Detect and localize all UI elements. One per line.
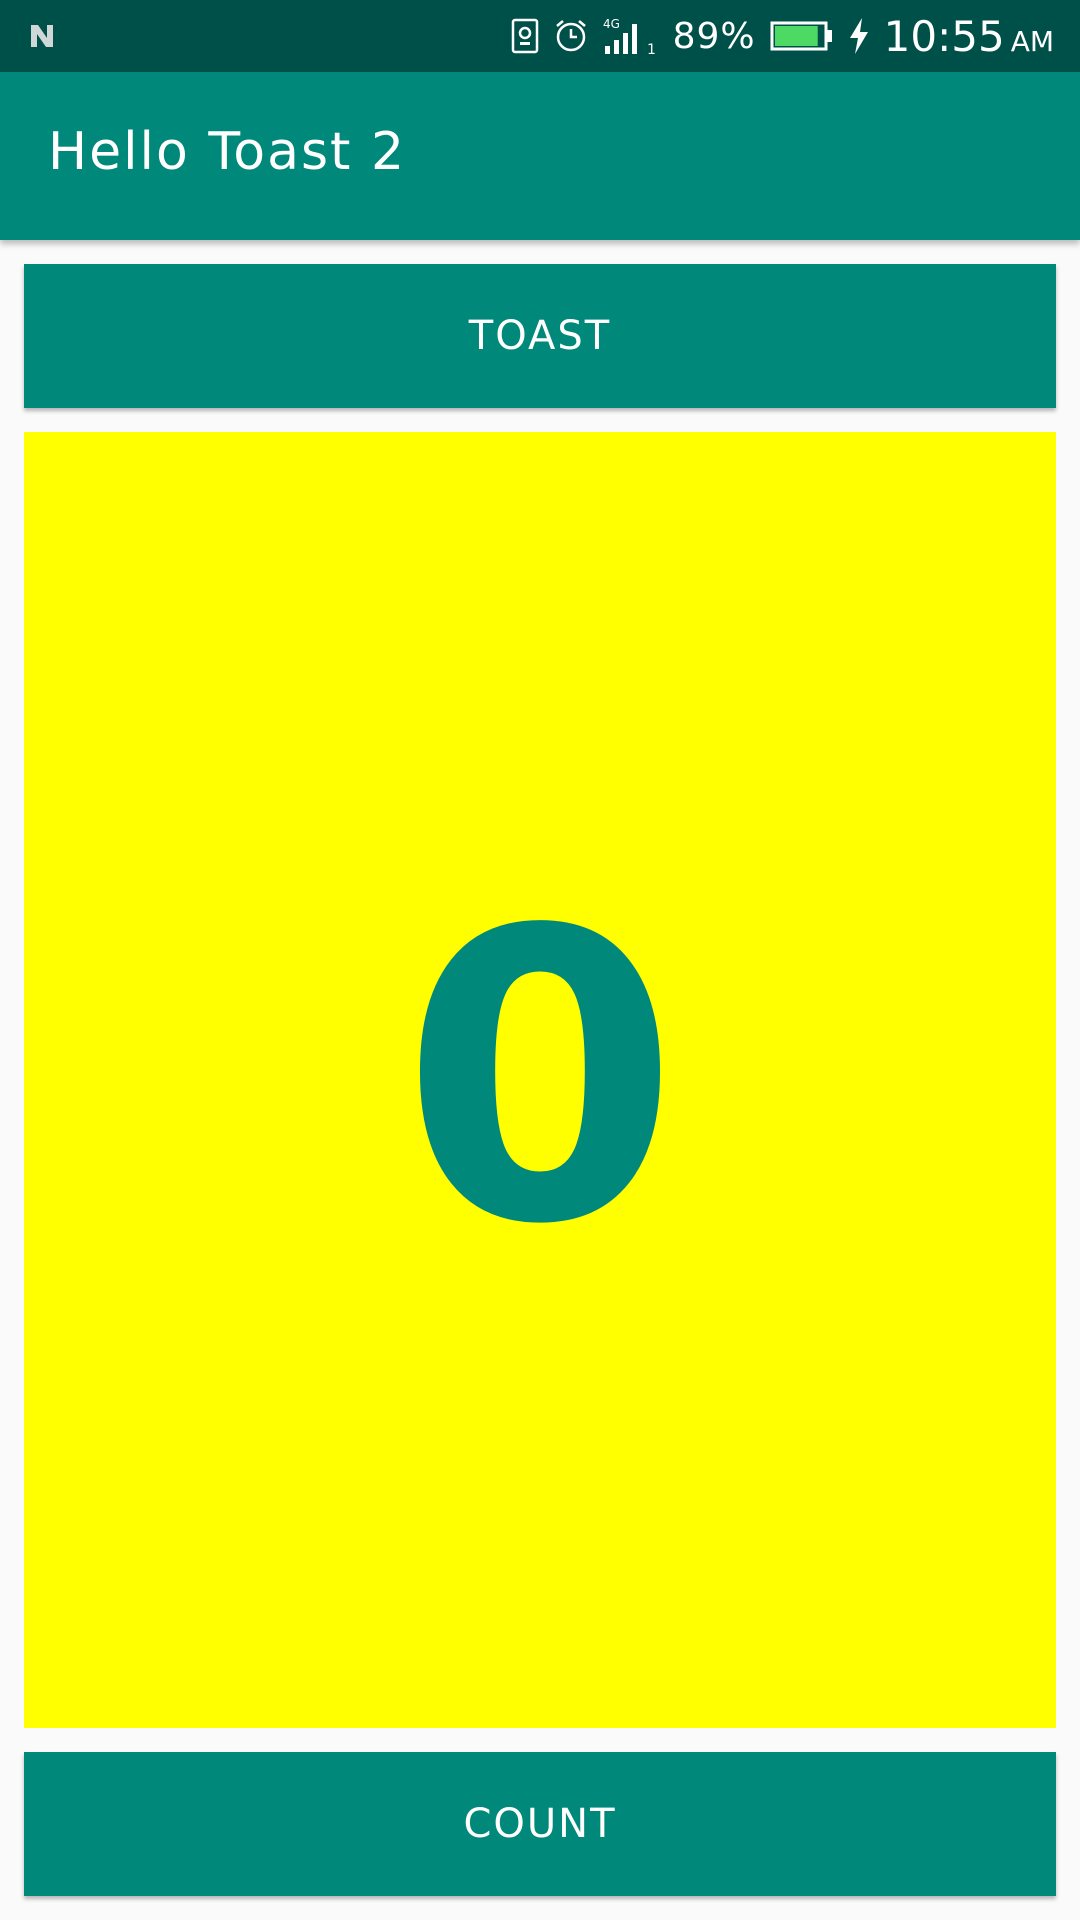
charging-bolt-icon [848,17,870,55]
count-display-panel: 0 [24,432,1056,1728]
battery-icon [770,20,834,52]
clock: 10:55 AM [884,12,1054,61]
clock-time: 10:55 [883,11,1005,61]
signal-icon: 4G 1 [603,16,659,56]
sim-card-icon [511,18,539,54]
alarm-icon [553,18,589,54]
count-value: 0 [400,847,680,1312]
status-bar: 4G 1 89% 10:55 AM [0,0,1080,72]
network-label: 4G [603,17,620,31]
count-button[interactable]: COUNT [24,1752,1056,1896]
battery-percent: 89% [672,15,756,57]
status-icons: 4G 1 89% 10:55 AM [511,0,1054,72]
toast-button[interactable]: TOAST [24,264,1056,408]
app-title: Hello Toast 2 [48,122,407,182]
clock-ampm: AM [1010,24,1054,58]
n-notification-icon [28,22,56,50]
app-bar: Hello Toast 2 [0,72,1080,240]
sim-index-label: 1 [647,42,656,56]
battery-fill [774,26,818,46]
